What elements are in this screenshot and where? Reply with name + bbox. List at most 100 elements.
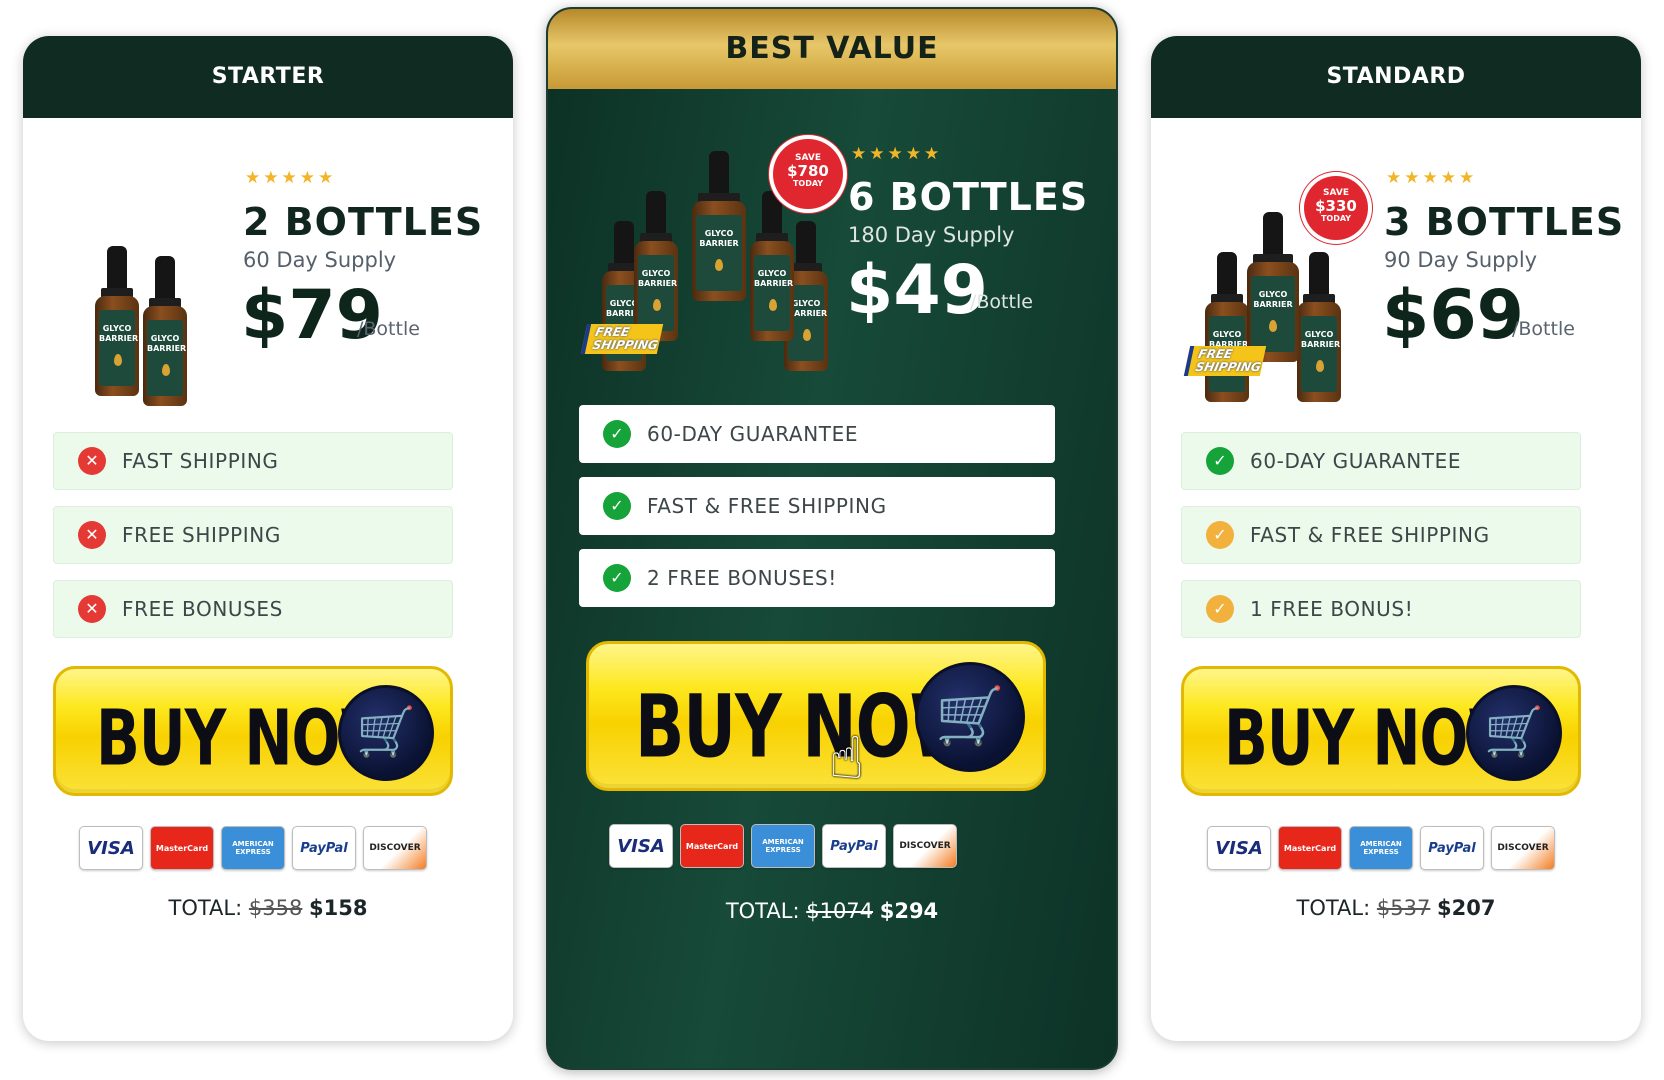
free-shipping-tag: FREE SHIPPING bbox=[580, 324, 664, 354]
close-icon: ✕ bbox=[78, 595, 106, 623]
total-label: TOTAL: bbox=[168, 896, 243, 920]
badge-today-text: TODAY bbox=[1320, 214, 1352, 223]
cart-icon: 🛒 bbox=[1466, 685, 1562, 781]
bottle-label: GLYCO BARRIER bbox=[99, 310, 138, 386]
bottle-quantity: 6 BOTTLES bbox=[848, 175, 1089, 219]
bottle-quantity: 2 BOTTLES bbox=[243, 200, 484, 244]
feature-label: 60-DAY GUARANTEE bbox=[1250, 449, 1462, 473]
mastercard-icon: MasterCard bbox=[150, 826, 214, 870]
check-icon: ✓ bbox=[603, 420, 631, 448]
check-icon: ✓ bbox=[1206, 447, 1234, 475]
total-sale-price: $294 bbox=[879, 899, 939, 923]
badge-amount: $780 bbox=[787, 162, 829, 180]
badge-amount: $330 bbox=[1315, 197, 1357, 215]
order-total: TOTAL: $358 $158 bbox=[23, 896, 513, 920]
feature-label: FREE BONUSES bbox=[122, 597, 283, 621]
plan-title: BEST VALUE bbox=[548, 9, 1116, 89]
bottle-label: GLYCO BARRIER bbox=[696, 215, 742, 291]
bottle-label: GLYCO BARRIER bbox=[147, 320, 186, 396]
feature-label: 60-DAY GUARANTEE bbox=[647, 422, 859, 446]
paypal-icon: PayPal bbox=[1420, 826, 1484, 870]
check-icon: ✓ bbox=[603, 492, 631, 520]
feature-label: FAST & FREE SHIPPING bbox=[647, 494, 887, 518]
buy-now-button[interactable]: BUY NOW 🛒 bbox=[53, 666, 453, 796]
star-rating: ★★★★★ bbox=[1386, 168, 1478, 188]
supply-duration: 60 Day Supply bbox=[243, 248, 397, 272]
feature-item: ✓ FAST & FREE SHIPPING bbox=[1181, 506, 1581, 564]
price-per-bottle: $69 bbox=[1382, 276, 1524, 355]
feature-label: FAST SHIPPING bbox=[122, 449, 279, 473]
product-image: GLYCO BARRIER GLYCO BARRIER bbox=[93, 196, 233, 406]
bottle-quantity: 3 BOTTLES bbox=[1384, 200, 1625, 244]
close-icon: ✕ bbox=[78, 447, 106, 475]
savings-badge: SAVE $780 TODAY bbox=[773, 139, 843, 209]
supply-duration: 180 Day Supply bbox=[848, 223, 1015, 247]
buy-now-button[interactable]: BUY NOW 🛒 ☝ bbox=[586, 641, 1046, 792]
total-label: TOTAL: bbox=[1296, 896, 1371, 920]
feature-item: ✓ 1 FREE BONUS! bbox=[1181, 580, 1581, 638]
shipping-tag-line2: SHIPPING bbox=[1194, 360, 1263, 374]
total-original-price: $358 bbox=[248, 896, 303, 920]
order-total: TOTAL: $1074 $294 bbox=[548, 899, 1116, 923]
payment-methods: VISA MasterCard AMERICAN EXPRESS PayPal … bbox=[609, 824, 957, 868]
plan-card-best-value: BEST VALUE GLYCO BARRIER GLYCO BARRIER G… bbox=[546, 7, 1118, 1070]
close-icon: ✕ bbox=[78, 521, 106, 549]
amex-icon: AMERICAN EXPRESS bbox=[751, 824, 815, 868]
hand-pointer-icon: ☝ bbox=[829, 724, 865, 792]
check-icon: ✓ bbox=[1206, 595, 1234, 623]
bottle-image: GLYCO BARRIER bbox=[143, 256, 187, 406]
visa-icon: VISA bbox=[79, 826, 143, 870]
feature-label: 1 FREE BONUS! bbox=[1250, 597, 1414, 621]
amex-icon: AMERICAN EXPRESS bbox=[1349, 826, 1413, 870]
bottle-image: GLYCO BARRIER bbox=[1205, 252, 1249, 402]
paypal-icon: PayPal bbox=[822, 824, 886, 868]
amex-icon: AMERICAN EXPRESS bbox=[221, 826, 285, 870]
free-shipping-tag: FREE SHIPPING bbox=[1183, 346, 1267, 376]
cart-icon: 🛒 bbox=[338, 685, 434, 781]
total-sale-price: $158 bbox=[309, 896, 368, 920]
feature-item: ✕ FREE SHIPPING bbox=[53, 506, 453, 564]
price-per-bottle: $49 bbox=[846, 251, 988, 330]
plan-title: STARTER bbox=[23, 36, 513, 118]
feature-item: ✓ 2 FREE BONUSES! bbox=[579, 549, 1055, 607]
bottle-image: GLYCO BARRIER bbox=[692, 151, 746, 371]
bottle-label: GLYCO BARRIER bbox=[1301, 316, 1340, 392]
feature-item: ✓ 60-DAY GUARANTEE bbox=[1181, 432, 1581, 490]
feature-item: ✓ 60-DAY GUARANTEE bbox=[579, 405, 1055, 463]
discover-icon: DISCOVER bbox=[893, 824, 957, 868]
bottle-image: GLYCO BARRIER bbox=[95, 246, 139, 396]
feature-label: 2 FREE BONUSES! bbox=[647, 566, 837, 590]
star-rating: ★★★★★ bbox=[851, 144, 943, 164]
payment-methods: VISA MasterCard AMERICAN EXPRESS PayPal … bbox=[1207, 826, 1555, 870]
cart-icon: 🛒 bbox=[915, 662, 1025, 772]
visa-icon: VISA bbox=[609, 824, 673, 868]
discover-icon: DISCOVER bbox=[363, 826, 427, 870]
star-rating: ★★★★★ bbox=[245, 168, 337, 188]
mastercard-icon: MasterCard bbox=[1278, 826, 1342, 870]
feature-item: ✕ FREE BONUSES bbox=[53, 580, 453, 638]
plan-card-standard: STANDARD GLYCO BARRIER GLYCO BARRIER GLY… bbox=[1151, 36, 1641, 1041]
feature-label: FAST & FREE SHIPPING bbox=[1250, 523, 1490, 547]
feature-item: ✕ FAST SHIPPING bbox=[53, 432, 453, 490]
per-bottle-label: /Bottle bbox=[1512, 318, 1575, 340]
order-total: TOTAL: $537 $207 bbox=[1151, 896, 1641, 920]
bottle-label: GLYCO BARRIER bbox=[754, 255, 793, 331]
shipping-tag-line1: FREE bbox=[594, 325, 631, 339]
bottle-label: GLYCO BARRIER bbox=[638, 255, 677, 331]
check-icon: ✓ bbox=[1206, 521, 1234, 549]
shipping-tag-line2: SHIPPING bbox=[591, 338, 660, 352]
buy-now-button[interactable]: BUY NOW 🛒 bbox=[1181, 666, 1581, 796]
feature-label: FREE SHIPPING bbox=[122, 523, 281, 547]
mastercard-icon: MasterCard bbox=[680, 824, 744, 868]
total-original-price: $537 bbox=[1376, 896, 1431, 920]
plan-card-starter: STARTER GLYCO BARRIER GLYCO BARRIER ★★★★… bbox=[23, 36, 513, 1041]
total-original-price: $1074 bbox=[806, 899, 874, 923]
payment-methods: VISA MasterCard AMERICAN EXPRESS PayPal … bbox=[79, 826, 427, 870]
feature-item: ✓ FAST & FREE SHIPPING bbox=[579, 477, 1055, 535]
badge-today-text: TODAY bbox=[792, 179, 824, 188]
bottle-label: GLYCO BARRIER bbox=[1251, 276, 1295, 352]
bottle-image: GLYCO BARRIER bbox=[750, 191, 794, 371]
check-icon: ✓ bbox=[603, 564, 631, 592]
discover-icon: DISCOVER bbox=[1491, 826, 1555, 870]
savings-badge: SAVE $330 TODAY bbox=[1304, 176, 1368, 240]
